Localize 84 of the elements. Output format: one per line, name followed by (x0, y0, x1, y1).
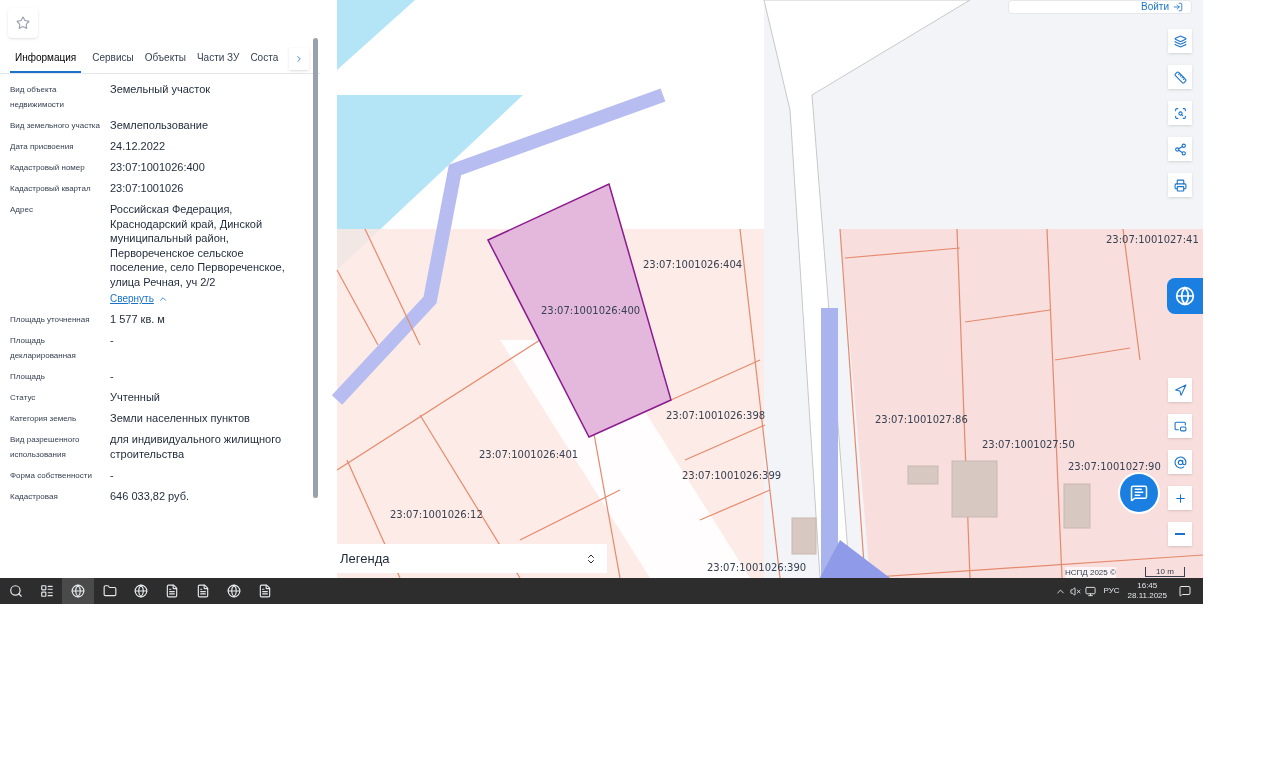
field-label: Адрес (10, 204, 34, 216)
field-label: Площадь декларированная (10, 335, 77, 362)
at-sign-button[interactable] (1168, 450, 1192, 474)
field-value: - (110, 369, 114, 384)
muted-speaker-icon (1069, 585, 1081, 597)
field-label: Кадастровый номер (10, 162, 86, 174)
field-label: Кадастровая (10, 491, 59, 503)
ruler-icon (1173, 70, 1187, 84)
taskbar-app[interactable] (62, 578, 94, 604)
service-logo-button[interactable] (1167, 278, 1203, 314)
layers-button[interactable] (1168, 29, 1192, 53)
tab[interactable]: Части ЗУ (196, 44, 240, 73)
area-search-icon (1173, 106, 1187, 120)
tab[interactable]: Объекты (144, 44, 186, 73)
tab[interactable]: Сервисы (92, 44, 134, 73)
parcel-label: 23:07:1001026:12 (390, 508, 483, 522)
parcel-label: 23:07:1001026:401 (479, 448, 579, 462)
chat-icon (1130, 484, 1148, 502)
zoom-in-button[interactable] (1168, 486, 1192, 510)
field-label: Вид разрешенного использования (10, 434, 81, 461)
clock-date: 28.11.2025 (1127, 591, 1167, 601)
field-label: Дата присвоения (10, 141, 75, 153)
field-value: Земельный участок (110, 82, 211, 97)
parcel-label: 23:07:1001027:90 (1068, 460, 1161, 474)
parcel-label: 23:07:1001026:398 (666, 409, 766, 423)
share-button[interactable] (1168, 137, 1192, 161)
parcel-label: 23:07:1001027:50 (982, 438, 1075, 452)
search-icon (8, 584, 23, 598)
field-value: для индивидуального жилищного строительства (110, 432, 282, 461)
field-label: Вид земельного участка (10, 120, 101, 132)
scrollbar[interactable] (313, 38, 318, 498)
parcel-label: 23:07:1001026:390 (707, 561, 807, 575)
network-icon (1084, 585, 1096, 597)
navigation-arrow-button[interactable] (1168, 378, 1192, 402)
up-down-chevron-icon (585, 552, 597, 565)
picture-in-picture-icon (1173, 419, 1187, 433)
field-label: Категория земель (10, 413, 78, 425)
area-search-button[interactable] (1168, 101, 1192, 125)
field-label: Статус (10, 392, 37, 404)
file-icon (257, 584, 272, 598)
field-value: - (110, 468, 114, 483)
field-value: 24.12.2022 (110, 139, 166, 154)
scale-bar: 10 m (1145, 567, 1185, 577)
field-label: Площадь (10, 371, 46, 383)
navigation-arrow-icon (1173, 383, 1187, 397)
login-icon (1173, 2, 1183, 12)
field-value: 23:07:1001026 (110, 181, 184, 196)
parcel-label: 23:07:1001026:404 (643, 258, 743, 272)
clock-time: 16:45 (1137, 581, 1158, 591)
parcel-label: 23:07:1001027:41 (1106, 233, 1199, 247)
field-label: Форма собственности (10, 470, 93, 482)
ruler-button[interactable] (1168, 65, 1192, 89)
chat-button[interactable] (1120, 474, 1158, 512)
parcel-label: 23:07:1001027:86 (875, 413, 968, 427)
field-value: 1 577 кв. м (110, 312, 165, 327)
field-label: Вид объекта недвижимости (10, 84, 65, 111)
print-icon (1173, 178, 1187, 192)
print-button[interactable] (1168, 173, 1192, 197)
field-value: Российская Федерация, Краснодарский край, Динской муниципальный район, Первореченское сельское поселение, село Первореченское, улица Речная, уч 2/2 (110, 202, 286, 289)
language-indicator[interactable]: РУС (1103, 585, 1120, 597)
zoom-in-icon (1173, 491, 1187, 505)
zoom-out-button[interactable] (1168, 522, 1192, 546)
field-value: Земли населенных пунктов (110, 411, 250, 426)
field-value: 23:07:1001026:400 (110, 160, 205, 175)
star-icon (16, 16, 30, 30)
picture-in-picture-button[interactable] (1168, 414, 1192, 438)
folder-icon (102, 584, 117, 598)
layers-icon (1173, 34, 1187, 48)
field-value: 646 033,82 руб. (110, 489, 190, 504)
notifications-icon (1179, 585, 1191, 597)
field-label: Кадастровый квартал (10, 183, 92, 195)
field-value: Учтенный (110, 390, 160, 405)
collapse-link[interactable]: Свернуть (110, 291, 296, 306)
field-label: Площадь уточненная (10, 314, 91, 326)
tab[interactable]: Информация (10, 44, 82, 73)
field-value: Землепользование (110, 118, 209, 133)
at-sign-icon (1173, 455, 1187, 469)
task-view-icon (39, 584, 54, 598)
tab[interactable]: Соста (250, 44, 279, 73)
login-button[interactable]: Войти (1008, 0, 1192, 14)
parcel-label: 23:07:1001026:399 (682, 469, 782, 483)
share-icon (1173, 142, 1187, 156)
field-value: - (110, 333, 114, 348)
parcel-label: 23:07:1001026:400 (541, 304, 641, 318)
